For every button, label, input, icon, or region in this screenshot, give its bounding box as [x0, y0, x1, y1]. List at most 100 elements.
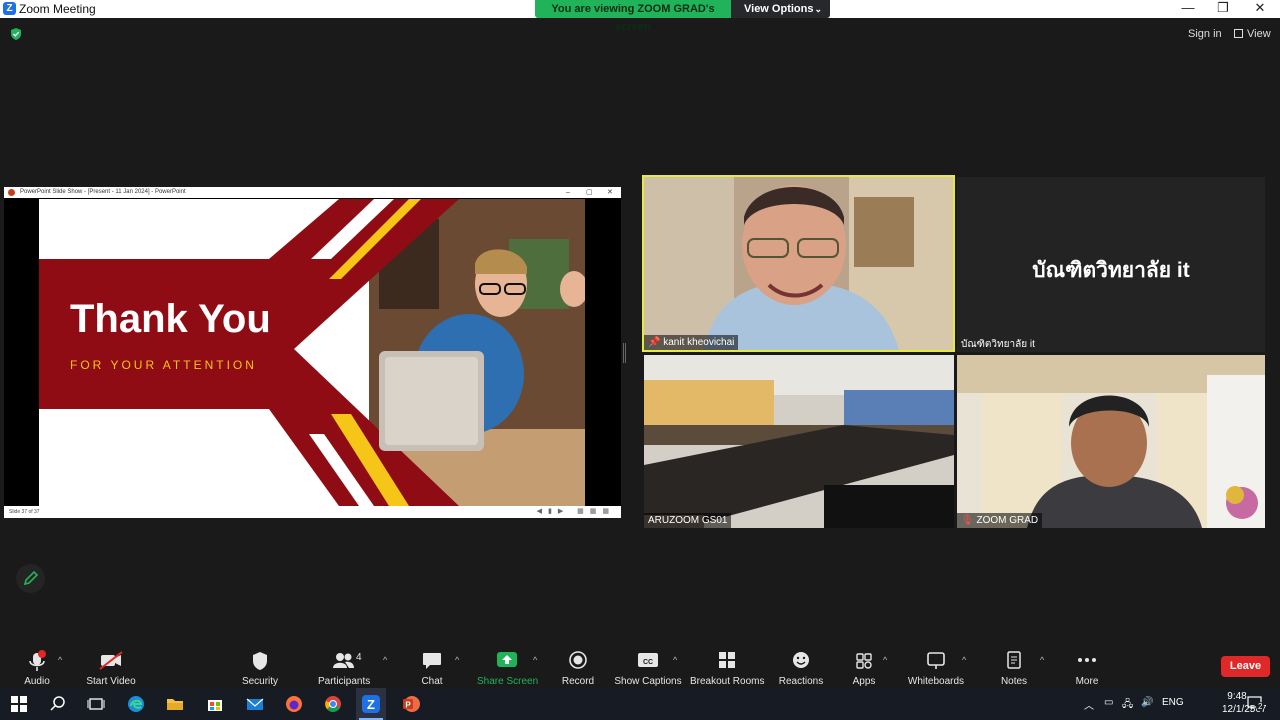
share-screen-label: Share Screen	[477, 676, 539, 687]
participant-tile-graduate-school-it[interactable]: บัณฑิตวิทยาลัย it บัณฑิตวิทยาลัย it	[957, 177, 1265, 352]
participant-video	[644, 177, 953, 350]
pin-icon: 📌	[648, 337, 664, 348]
whiteboards-options-chevron-icon[interactable]: ^	[962, 655, 966, 665]
breakout-rooms-label: Breakout Rooms	[690, 676, 765, 687]
muted-mic-icon: 🎙	[961, 515, 977, 526]
participant-tile-zoom-grad[interactable]: 🎙 ZOOM GRAD	[957, 355, 1265, 528]
split-view-resize-handle[interactable]	[623, 343, 626, 363]
audio-label: Audio	[24, 676, 50, 687]
start-video-label: Start Video	[86, 676, 136, 687]
participant-name: 🎙 ZOOM GRAD	[957, 513, 1043, 528]
apps-options-chevron-icon[interactable]: ^	[883, 655, 887, 665]
zoom-logo-icon: Z	[3, 2, 16, 15]
reactions-button[interactable]: Reactions	[777, 650, 825, 687]
window-title: Zoom Meeting	[19, 2, 96, 16]
minimize-icon[interactable]: —	[1170, 0, 1206, 18]
powerpoint-app-icon[interactable]: P	[401, 694, 421, 714]
more-button[interactable]: More	[1069, 650, 1105, 687]
slide-graphics	[39, 199, 585, 506]
mail-icon[interactable]	[245, 694, 265, 714]
slide-counter: Slide 37 of 37	[9, 509, 40, 515]
security-label: Security	[241, 676, 279, 687]
view-options-button[interactable]: View Options ⌄	[731, 0, 830, 18]
svg-text:CC: CC	[643, 659, 653, 666]
captions-icon: CC	[638, 653, 658, 667]
share-screen-button[interactable]: Share Screen	[477, 650, 539, 687]
slide-subheading: FOR YOUR ATTENTION	[70, 358, 257, 372]
audio-button[interactable]: Audio	[20, 650, 54, 687]
whiteboards-button[interactable]: Whiteboards	[906, 650, 966, 687]
slide-heading: Thank You	[70, 297, 271, 341]
participant-tile-kanit[interactable]: 📌 kanit kheovichai	[642, 175, 955, 352]
breakout-rooms-icon	[719, 652, 735, 668]
search-icon[interactable]	[48, 694, 68, 714]
zoom-app-icon: Z	[362, 695, 380, 713]
tray-chevron-up-icon[interactable]: ︿	[1084, 697, 1094, 712]
tray-volume-icon[interactable]: 🔊	[1141, 697, 1153, 708]
chat-options-chevron-icon[interactable]: ^	[455, 655, 459, 665]
security-button[interactable]: Security	[240, 650, 280, 687]
show-captions-button[interactable]: CC Show Captions	[614, 650, 682, 687]
tray-meet-now-icon[interactable]: ▭	[1104, 697, 1113, 708]
restore-icon[interactable]: ❐	[1205, 0, 1241, 18]
chrome-icon[interactable]	[323, 694, 343, 714]
notes-icon	[1007, 651, 1021, 669]
more-dots-icon	[1078, 658, 1096, 662]
chat-button[interactable]: Chat	[414, 650, 450, 687]
notes-options-chevron-icon[interactable]: ^	[1040, 655, 1044, 665]
notes-label: Notes	[1000, 676, 1028, 687]
captions-options-chevron-icon[interactable]: ^	[673, 655, 677, 665]
breakout-rooms-button[interactable]: Breakout Rooms	[690, 650, 764, 687]
notification-center-icon[interactable]: 2	[1246, 694, 1265, 712]
chat-label: Chat	[421, 676, 443, 687]
sign-in-link[interactable]: Sign in	[1188, 28, 1222, 40]
apps-label: Apps	[852, 676, 876, 687]
security-shield-icon[interactable]	[9, 27, 23, 41]
whiteboards-label: Whiteboards	[907, 676, 965, 687]
participants-label: Participants	[318, 676, 371, 687]
powerpoint-titlebar: PowerPoint Slide Show - [Present - 11 Ja…	[4, 187, 621, 198]
apps-button[interactable]: Apps	[846, 650, 882, 687]
zoom-taskbar-item[interactable]: Z	[356, 688, 386, 720]
share-options-chevron-icon[interactable]: ^	[533, 655, 537, 665]
windows-start-icon[interactable]	[9, 694, 29, 714]
participants-options-chevron-icon[interactable]: ^	[383, 655, 387, 665]
tray-network-icon[interactable]: 🖧	[1122, 697, 1133, 714]
ppt-close-icon: ✕	[607, 189, 613, 196]
microsoft-store-icon[interactable]	[205, 694, 225, 714]
participant-tile-aruzoom-gs01[interactable]: ARUZOOM GS01	[644, 355, 954, 528]
view-button[interactable]: View	[1234, 28, 1271, 40]
input-language[interactable]: ENG	[1162, 697, 1184, 708]
participant-name: ARUZOOM GS01	[644, 513, 732, 528]
close-icon[interactable]: ✕	[1242, 0, 1278, 18]
leave-button[interactable]: Leave	[1221, 656, 1270, 677]
security-shield-icon	[253, 652, 267, 670]
participant-name: 📌 kanit kheovichai	[644, 335, 739, 350]
participants-button[interactable]: 4 Participants	[318, 650, 370, 687]
view-options-label: View Options	[744, 3, 814, 15]
notes-button[interactable]: Notes	[996, 650, 1032, 687]
video-off-icon	[99, 651, 123, 670]
microphone-icon	[29, 650, 46, 671]
firefox-icon[interactable]	[284, 694, 304, 714]
record-button[interactable]: Record	[558, 650, 598, 687]
show-captions-label: Show Captions	[614, 676, 682, 687]
edge-browser-icon[interactable]	[126, 694, 146, 714]
audio-options-chevron-icon[interactable]: ^	[58, 655, 62, 665]
viewing-indicator: You are viewing ZOOM GRAD's screen	[535, 0, 731, 33]
whiteboard-icon	[927, 652, 945, 669]
reactions-label: Reactions	[778, 676, 824, 687]
shared-screen[interactable]: PowerPoint Slide Show - [Present - 11 Ja…	[4, 187, 621, 518]
svg-text:Z: Z	[367, 697, 375, 712]
file-explorer-icon[interactable]	[165, 694, 185, 714]
start-video-button[interactable]: Start Video	[84, 650, 138, 687]
ppt-restore-icon: ▢	[586, 189, 593, 196]
annotate-pencil-button[interactable]	[16, 564, 45, 593]
participants-icon	[333, 653, 354, 668]
participant-video	[644, 355, 954, 528]
participant-video	[957, 355, 1265, 528]
reactions-smiley-icon	[793, 652, 809, 668]
task-view-icon[interactable]	[86, 694, 106, 714]
participant-display-name: บัณฑิตวิทยาลัย it	[1032, 259, 1190, 282]
powerpoint-window-title: PowerPoint Slide Show - [Present - 11 Ja…	[20, 189, 186, 195]
